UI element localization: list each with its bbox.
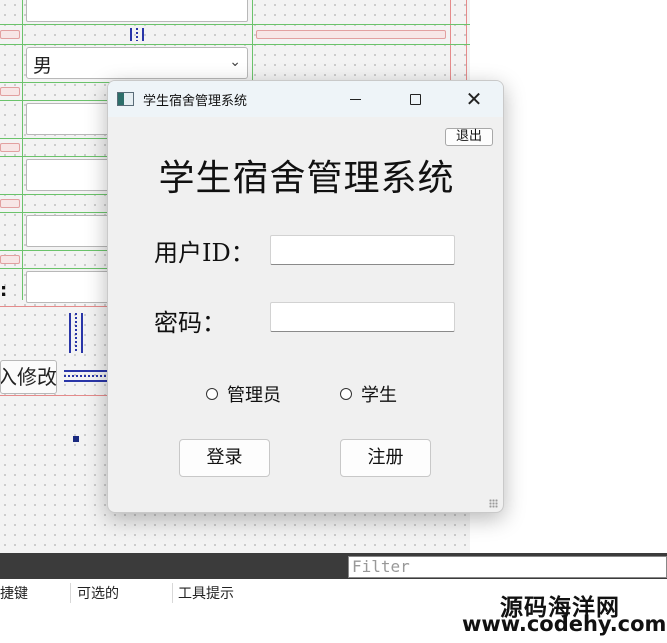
minimize-icon [349, 98, 361, 100]
password-label: 密码： [154, 309, 226, 337]
minimize-button[interactable] [332, 81, 378, 117]
window-title: 学生宿舍管理系统 [143, 94, 248, 109]
user-id-label: 用户ID： [154, 239, 255, 267]
login-button[interactable]: 登录 [179, 439, 270, 477]
designer-label-marker [0, 199, 20, 208]
column-divider[interactable] [70, 583, 71, 603]
register-button[interactable]: 注册 [340, 439, 431, 477]
designer-label-marker [0, 87, 20, 96]
column-tooltip[interactable]: 工具提示 [178, 583, 234, 603]
radio-student[interactable]: 学生 [340, 381, 397, 407]
column-shortcut[interactable]: 捷键 [0, 583, 28, 603]
form-label-colon: : [0, 280, 8, 301]
layout-line [0, 24, 470, 25]
radio-student-label: 学生 [361, 385, 397, 406]
radio-circle-icon[interactable] [340, 388, 352, 400]
designer-label-marker [0, 30, 20, 39]
layout-line [0, 44, 470, 45]
radio-admin-label: 管理员 [227, 385, 281, 406]
maximize-icon [409, 93, 421, 105]
vertical-spacer[interactable] [130, 28, 144, 41]
vertical-spacer[interactable] [69, 313, 83, 353]
password-input[interactable] [270, 302, 455, 332]
page-title: 学生宿舍管理系统 [158, 158, 455, 199]
close-icon: ✕ [465, 87, 483, 111]
designer-line-edit[interactable] [26, 0, 248, 22]
exit-button[interactable]: 退出 [445, 128, 493, 146]
resize-grip-icon[interactable] [489, 499, 498, 508]
horizontal-spacer[interactable] [64, 370, 108, 382]
designer-label-marker [0, 143, 20, 152]
designer-gender-combo[interactable]: 男 ⌄ [26, 47, 248, 79]
login-dialog: 学生宿舍管理系统 ✕ 退出 学生宿舍管理系统 用户ID： 密码： 管理员 学生 … [107, 80, 504, 513]
app-icon [117, 92, 134, 106]
designer-modify-button[interactable]: 入修改 [0, 360, 57, 394]
designer-label-marker [0, 255, 20, 264]
watermark-url: www.codehy.com [462, 612, 667, 636]
radio-admin[interactable]: 管理员 [206, 381, 281, 407]
user-id-input[interactable] [270, 235, 455, 265]
filter-input[interactable]: Filter [348, 556, 667, 578]
close-button[interactable]: ✕ [451, 81, 497, 117]
chevron-down-icon: ⌄ [229, 54, 241, 70]
title-bar[interactable]: 学生宿舍管理系统 ✕ [108, 81, 503, 117]
column-checkable[interactable]: 可选的 [77, 583, 119, 603]
column-divider[interactable] [172, 583, 173, 603]
layout-line [22, 0, 23, 300]
selection-handle[interactable] [73, 436, 79, 442]
maximize-button[interactable] [392, 81, 438, 117]
combo-value: 男 [33, 55, 53, 77]
designer-label-marker [256, 30, 446, 39]
radio-circle-icon[interactable] [206, 388, 218, 400]
